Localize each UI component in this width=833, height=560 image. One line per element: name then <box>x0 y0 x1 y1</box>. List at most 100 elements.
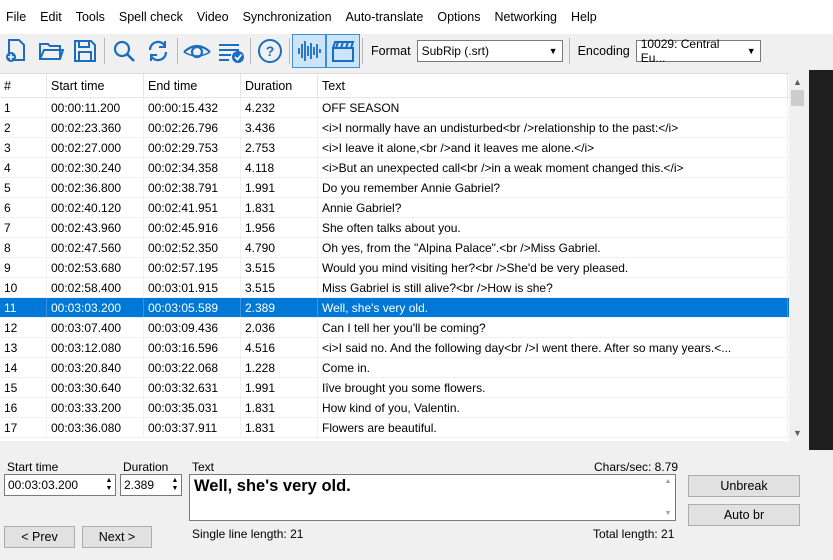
table-row[interactable]: 2 00:02:23.360 00:02:26.796 3.436 <i>I norma… <box>0 118 806 138</box>
visual-sync-button[interactable] <box>180 34 214 68</box>
cell-number: 16 <box>0 398 47 417</box>
table-row[interactable]: 14 00:03:20.840 00:03:22.068 1.228 Come in. <box>0 358 806 378</box>
cell-duration: 1.991 <box>241 178 318 197</box>
chevron-down-icon: ▼ <box>548 46 558 56</box>
cell-end-time: 00:03:01.915 <box>144 278 241 297</box>
menu-help[interactable]: Help <box>564 0 604 34</box>
format-select[interactable]: SubRip (.srt) ▼ <box>416 40 563 62</box>
cell-start-time: 00:00:11.200 <box>47 98 144 117</box>
cell-number: 11 <box>0 298 47 317</box>
cell-end-time: 00:02:38.791 <box>144 178 241 197</box>
search-icon <box>113 40 135 62</box>
prev-button[interactable]: < Prev <box>4 526 75 548</box>
spin-arrows-icon[interactable]: ▲ ▼ <box>170 475 180 495</box>
toolbar-separator <box>250 38 251 64</box>
column-header-start-time[interactable]: Start time <box>47 74 144 97</box>
start-time-input[interactable]: 00:03:03.200 ▲ ▼ <box>4 474 116 496</box>
replace-button[interactable] <box>141 34 175 68</box>
column-header-text[interactable]: Text <box>318 74 788 97</box>
textbox-scrollbar[interactable]: ▲ ▼ <box>661 475 675 520</box>
new-file-icon <box>6 39 25 62</box>
menu-tools[interactable]: Tools <box>69 0 112 34</box>
scroll-thumb[interactable] <box>791 90 804 106</box>
open-button[interactable] <box>34 34 68 68</box>
menu-synchronization[interactable]: Synchronization <box>236 0 339 34</box>
video-panel-edge <box>809 70 833 450</box>
table-row[interactable]: 17 00:03:36.080 00:03:37.911 1.831 Flowers a… <box>0 418 806 438</box>
format-select-value: SubRip (.srt) <box>421 44 489 58</box>
table-row[interactable]: 12 00:03:07.400 00:03:09.436 2.036 Can I tel… <box>0 318 806 338</box>
menu-edit[interactable]: Edit <box>33 0 69 34</box>
auto-br-button[interactable]: Auto br <box>688 504 800 526</box>
cell-duration: 4.516 <box>241 338 318 357</box>
cell-start-time: 00:03:30.640 <box>47 378 144 397</box>
cell-duration: 3.515 <box>241 258 318 277</box>
cell-number: 10 <box>0 278 47 297</box>
scroll-up-icon[interactable]: ▲ <box>789 73 806 90</box>
duration-label: Duration <box>123 460 169 474</box>
menu-options[interactable]: Options <box>430 0 487 34</box>
table-row[interactable]: 3 00:02:27.000 00:02:29.753 2.753 <i>I leave… <box>0 138 806 158</box>
cell-end-time: 00:02:41.951 <box>144 198 241 217</box>
table-row[interactable]: 7 00:02:43.960 00:02:45.916 1.956 She often … <box>0 218 806 238</box>
table-row[interactable]: 15 00:03:30.640 00:03:32.631 1.991 Iîve brou… <box>0 378 806 398</box>
column-header-end-time[interactable]: End time <box>144 74 241 97</box>
encoding-select[interactable]: 10029: Central Eu... ▼ <box>635 37 761 65</box>
table-row[interactable]: 10 00:02:58.400 00:03:01.915 3.515 Miss Gabr… <box>0 278 806 298</box>
cell-text: Can I tell her you'll be coming? <box>318 318 788 337</box>
next-button[interactable]: Next > <box>82 526 152 548</box>
spin-arrows-icon[interactable]: ▲ ▼ <box>104 475 114 495</box>
cell-start-time: 00:02:47.560 <box>47 238 144 257</box>
scroll-down-icon[interactable]: ▼ <box>789 424 806 441</box>
menu-networking[interactable]: Networking <box>487 0 564 34</box>
format-label: Format <box>371 44 411 58</box>
cell-end-time: 00:03:35.031 <box>144 398 241 417</box>
table-row[interactable]: 13 00:03:12.080 00:03:16.596 4.516 <i>I said… <box>0 338 806 358</box>
video-toggle[interactable] <box>326 34 360 68</box>
chars-per-sec: Chars/sec: 8.79 <box>594 460 679 474</box>
menu-video[interactable]: Video <box>190 0 236 34</box>
table-row[interactable]: 9 00:02:53.680 00:02:57.195 3.515 Would you … <box>0 258 806 278</box>
svg-text:?: ? <box>266 43 275 59</box>
table-row[interactable]: 5 00:02:36.800 00:02:38.791 1.991 Do you rem… <box>0 178 806 198</box>
clapperboard-icon <box>332 41 355 62</box>
subtitle-text-input[interactable]: Well, she's very old. ▲ ▼ <box>189 474 676 521</box>
cell-start-time: 00:02:36.800 <box>47 178 144 197</box>
help-button[interactable]: ? <box>253 34 287 68</box>
table-row[interactable]: 8 00:02:47.560 00:02:52.350 4.790 Oh yes, fr… <box>0 238 806 258</box>
table-row[interactable]: 16 00:03:33.200 00:03:35.031 1.831 How kind … <box>0 398 806 418</box>
menu-file[interactable]: File <box>0 0 33 34</box>
cell-text: How kind of you, Valentin. <box>318 398 788 417</box>
column-header-duration[interactable]: Duration <box>241 74 318 97</box>
waveform-toggle[interactable] <box>292 34 326 68</box>
column-header-number[interactable]: # <box>0 74 47 97</box>
cell-text: Miss Gabriel is still alive?<br />How is… <box>318 278 788 297</box>
cell-end-time: 00:02:26.796 <box>144 118 241 137</box>
start-time-value: 00:03:03.200 <box>8 478 79 492</box>
cell-end-time: 00:02:34.358 <box>144 158 241 177</box>
cell-duration: 1.228 <box>241 358 318 377</box>
cell-duration: 1.831 <box>241 398 318 417</box>
cell-start-time: 00:02:30.240 <box>47 158 144 177</box>
chevron-down-icon: ▼ <box>746 46 756 56</box>
cell-number: 3 <box>0 138 47 157</box>
cell-text: Well, she's very old. <box>318 298 788 317</box>
menu-spell-check[interactable]: Spell check <box>112 0 190 34</box>
save-button[interactable] <box>68 34 102 68</box>
table-row[interactable]: 11 00:03:03.200 00:03:05.589 2.389 Well, she… <box>0 298 806 318</box>
table-row[interactable]: 4 00:02:30.240 00:02:34.358 4.118 <i>But an … <box>0 158 806 178</box>
menu-auto-translate[interactable]: Auto-translate <box>339 0 431 34</box>
spell-check-button[interactable] <box>214 34 248 68</box>
grid-scrollbar[interactable]: ▲ ▼ <box>789 73 806 441</box>
table-row[interactable]: 1 00:00:11.200 00:00:15.432 4.232 OFF SEASON <box>0 98 806 118</box>
cell-number: 2 <box>0 118 47 137</box>
cell-text: Flowers are beautiful. <box>318 418 788 437</box>
table-row[interactable]: 6 00:02:40.120 00:02:41.951 1.831 Annie Gabr… <box>0 198 806 218</box>
cell-text: <i>But an unexpected call<br />in a weak… <box>318 158 788 177</box>
cell-end-time: 00:03:37.911 <box>144 418 241 437</box>
cell-number: 1 <box>0 98 47 117</box>
new-file-button[interactable] <box>0 34 34 68</box>
unbreak-button[interactable]: Unbreak <box>688 475 800 497</box>
duration-input[interactable]: 2.389 ▲ ▼ <box>120 474 182 496</box>
find-button[interactable] <box>107 34 141 68</box>
